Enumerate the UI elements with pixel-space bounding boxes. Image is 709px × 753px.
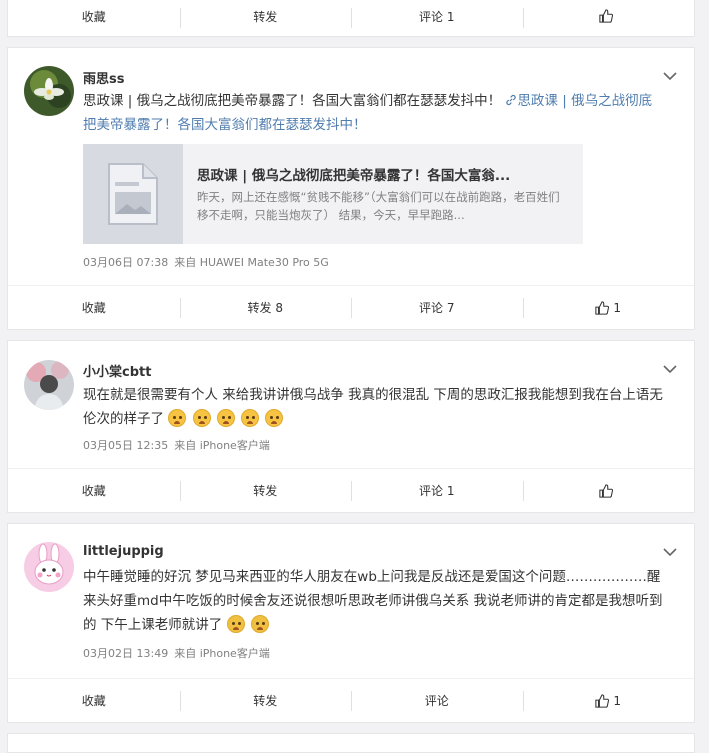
collect-button[interactable]: 收藏 — [8, 469, 180, 512]
crying-emoji-icon — [241, 409, 260, 427]
document-icon — [108, 163, 158, 225]
username[interactable]: 小小棠cbtt — [83, 361, 151, 380]
sad-emoji-icon — [226, 615, 245, 633]
post-text: 现在就是很需要有个人 来给我讲讲俄乌战争 我真的很混乱 下周的思政汇报我能想到我… — [83, 383, 663, 431]
collect-button[interactable]: 收藏 — [8, 679, 180, 722]
comment-label: 评论 1 — [419, 484, 455, 498]
post-source: 来自 HUAWEI Mate30 Pro 5G — [174, 256, 329, 269]
link-preview-card[interactable]: 思政课 | 俄乌之战彻底把美帝暴露了！各国大富翁... 昨天，网上还在感慨“贫贱… — [83, 144, 583, 244]
post-meta: 03月06日 07:38 来自 HUAWEI Mate30 Pro 5G — [83, 254, 329, 270]
post-text-content: 思政课 | 俄乌之战彻底把美帝暴露了！各国大富翁们都在瑟瑟发抖中！ — [83, 93, 502, 109]
username[interactable]: 雨思ss — [83, 68, 124, 87]
comment-label: 评论 7 — [419, 301, 455, 315]
repost-label: 转发 8 — [247, 301, 283, 315]
avatar[interactable] — [24, 66, 74, 116]
chevron-down-icon[interactable] — [662, 544, 678, 560]
post-card: littlejuppig 中午睡觉睡的好沉 梦见马来西亚的华人朋友在wb上问我是… — [7, 523, 695, 723]
crying-emoji-icon — [192, 409, 211, 427]
thumbs-up-icon — [595, 693, 610, 708]
flower-avatar-image — [24, 66, 74, 116]
comment-button[interactable]: 评论 1 — [351, 0, 523, 36]
link-preview-desc: 昨天，网上还在感慨“贫贱不能移”（大富翁们可以在战前跑路，老百姓们移不走啊，只能… — [197, 190, 560, 222]
thumbs-up-icon — [599, 9, 614, 23]
post-source: 来自 iPhone客户端 — [174, 439, 270, 452]
like-count: 1 — [613, 300, 622, 315]
repost-button[interactable]: 转发 — [179, 0, 352, 36]
like: 1 — [595, 301, 621, 315]
repost-button[interactable]: 转发 — [179, 469, 352, 512]
post-source: 来自 iPhone客户端 — [174, 647, 270, 660]
collect-button[interactable]: 收藏 — [8, 0, 180, 36]
post-date[interactable]: 03月02日 13:49 — [83, 647, 168, 660]
repost-button[interactable]: 转发 — [179, 679, 352, 722]
post-card: 小小棠cbtt 现在就是很需要有个人 来给我讲讲俄乌战争 我真的很混乱 下周的思… — [7, 340, 695, 513]
comment-button[interactable]: 评论 — [351, 679, 523, 722]
collect-label: 收藏 — [81, 484, 106, 498]
collect-label: 收藏 — [81, 9, 106, 24]
like — [599, 9, 617, 23]
thumbs-up-icon — [595, 300, 610, 315]
action-bar: 收藏 转发 评论 1 — [8, 468, 694, 512]
post-date[interactable]: 03月05日 12:35 — [83, 439, 168, 452]
repost-button[interactable]: 转发 8 — [179, 286, 352, 329]
action-bar: 收藏 转发 评论 1 — [8, 678, 694, 722]
comment-label: 评论 — [424, 694, 449, 708]
post-text: 思政课 | 俄乌之战彻底把美帝暴露了！各国大富翁们都在瑟瑟发抖中！ 思政课 | … — [83, 89, 663, 137]
bunny-avatar-image — [24, 542, 74, 592]
like-button[interactable]: 1 — [522, 286, 695, 329]
link-icon — [506, 94, 517, 106]
avatar[interactable] — [24, 542, 74, 592]
post-date[interactable]: 03月06日 07:38 — [83, 256, 168, 269]
thumbs-up-icon — [599, 483, 614, 498]
collect-label: 收藏 — [81, 694, 106, 708]
username[interactable]: littlejuppig — [83, 544, 164, 559]
post-card: 雨思ss 思政课 | 俄乌之战彻底把美帝暴露了！各国大富翁们都在瑟瑟发抖中！ 思… — [7, 47, 695, 330]
repost-label: 转发 — [253, 484, 278, 498]
like-button[interactable] — [522, 469, 695, 512]
user-photo-avatar — [24, 360, 74, 410]
crying-emoji-icon — [265, 409, 284, 427]
post-meta: 03月02日 13:49 来自 iPhone客户端 — [83, 645, 270, 661]
next-post-card — [7, 733, 695, 753]
like — [599, 483, 617, 498]
collect-label: 收藏 — [81, 301, 106, 315]
post-text: 中午睡觉睡的好沉 梦见马来西亚的华人朋友在wb上问我是反战还是爱国这个问题………… — [83, 565, 663, 637]
post-meta: 03月05日 12:35 来自 iPhone客户端 — [83, 437, 270, 453]
chevron-down-icon[interactable] — [662, 68, 678, 84]
like-button[interactable]: 1 — [522, 679, 695, 722]
sad-emoji-icon — [250, 615, 269, 633]
comment-button[interactable]: 评论 1 — [351, 469, 523, 512]
crying-emoji-icon — [216, 409, 235, 427]
action-bar: 收藏 转发 评论 1 — [8, 0, 694, 36]
avatar[interactable] — [24, 360, 74, 410]
comment-label: 评论 1 — [419, 9, 455, 24]
repost-label: 转发 — [253, 9, 278, 24]
top-post-card: 收藏 转发 评论 1 — [7, 0, 695, 37]
crying-emoji-icon — [168, 409, 187, 427]
like: 1 — [595, 694, 621, 708]
post-text-content: 中午睡觉睡的好沉 梦见马来西亚的华人朋友在wb上问我是反战还是爱国这个问题………… — [83, 569, 663, 633]
collect-button[interactable]: 收藏 — [8, 286, 180, 329]
comment-button[interactable]: 评论 7 — [351, 286, 523, 329]
chevron-down-icon[interactable] — [662, 361, 678, 377]
article-thumbnail — [83, 144, 183, 244]
link-preview-title: 思政课 | 俄乌之战彻底把美帝暴露了！各国大富翁... — [197, 168, 511, 184]
like-button[interactable] — [522, 0, 695, 36]
action-bar: 收藏 转发 8 评论 7 1 — [8, 285, 694, 329]
repost-label: 转发 — [253, 694, 278, 708]
like-count: 1 — [613, 693, 622, 708]
